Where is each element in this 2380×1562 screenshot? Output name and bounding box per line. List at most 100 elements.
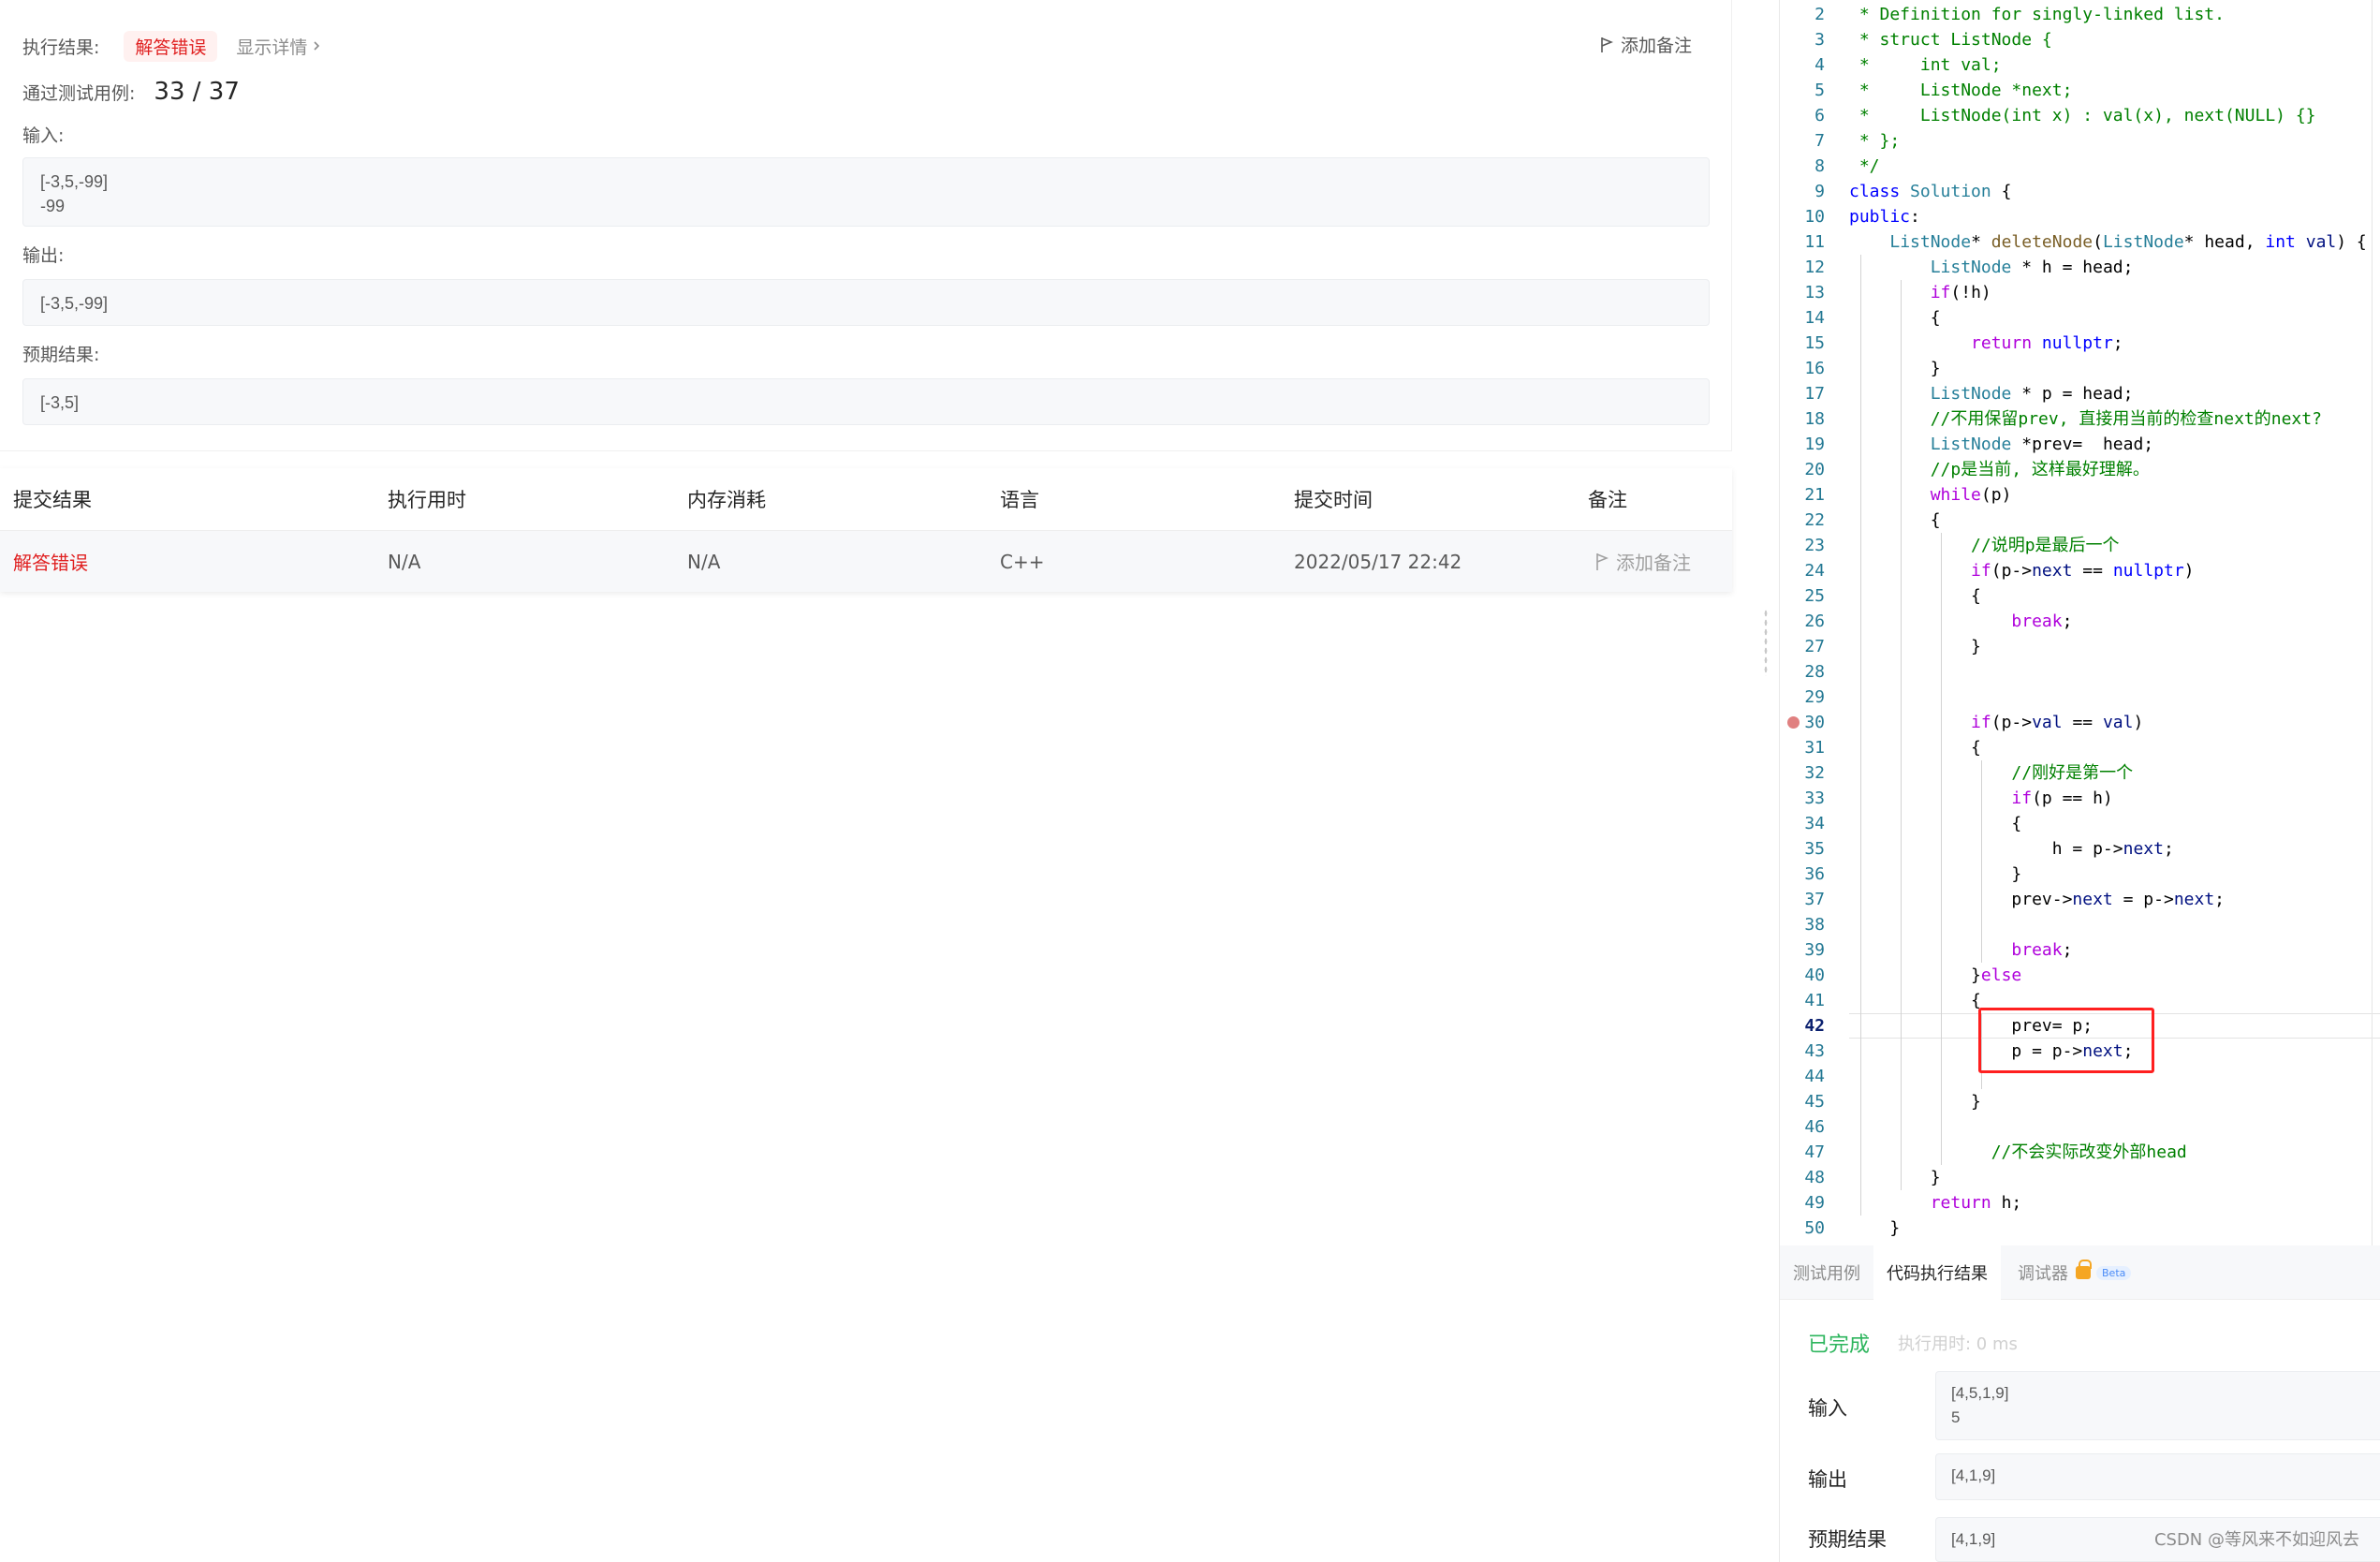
line-number: 16 (1804, 359, 1825, 378)
code-line[interactable]: 18 //不用保留prev, 直接用当前的检查next的next? (1780, 406, 2380, 432)
line-number: 46 (1804, 1117, 1825, 1137)
code-line[interactable]: 6 * ListNode(int x) : val(x), next(NULL)… (1780, 103, 2380, 128)
console-expected-label: 预期结果 (1808, 1528, 1887, 1551)
code-text: { (1849, 814, 2022, 833)
code-line[interactable]: 4 * int val; (1780, 52, 2380, 78)
code-line[interactable]: 38 (1780, 912, 2380, 937)
code-text: prev->next = p->next; (1849, 890, 2226, 909)
code-line[interactable]: 15 return nullptr; (1780, 331, 2380, 356)
line-number: 48 (1804, 1168, 1825, 1187)
code-line[interactable]: 48 } (1780, 1165, 2380, 1190)
tab-run-result[interactable]: 代码执行结果 (1873, 1245, 2001, 1300)
code-text: return h; (1930, 1193, 2022, 1213)
header-time: 提交时间 (1294, 489, 1373, 511)
code-line[interactable]: 7 * }; (1780, 128, 2380, 154)
line-number: 22 (1804, 510, 1825, 530)
code-line[interactable]: 20 //p是当前, 这样最好理解。 (1780, 457, 2380, 482)
code-line[interactable]: 9 class Solution { (1780, 179, 2380, 204)
code-line[interactable]: 13 if(!h) (1780, 280, 2380, 305)
code-line[interactable]: 24 if(p->next == nullptr) (1780, 558, 2380, 583)
code-line[interactable]: 23 //说明p是最后一个 (1780, 533, 2380, 558)
indent-guide (1941, 533, 1942, 1165)
code-line[interactable]: 33 if(p == h) (1780, 786, 2380, 811)
code-line[interactable]: 14 { (1780, 305, 2380, 331)
tab-debugger[interactable]: 调试器 Beta (2018, 1245, 2132, 1300)
code-line[interactable]: 37 prev->next = p->next; (1780, 887, 2380, 912)
line-number: 15 (1804, 333, 1825, 353)
code-line[interactable]: 27 } (1780, 634, 2380, 659)
indent-guide (1981, 760, 1982, 963)
code-text: } (1849, 1168, 1941, 1187)
code-text: public: (1849, 207, 1920, 227)
line-number: 5 (1814, 81, 1825, 100)
code-line[interactable]: 28 (1780, 659, 2380, 685)
code-line[interactable]: 16 } (1780, 356, 2380, 381)
line-number: 41 (1804, 991, 1825, 1010)
row-language: C++ (1000, 550, 1045, 573)
code-line[interactable]: 12 ListNode * h = head; (1780, 255, 2380, 280)
code-text: } (1849, 864, 2022, 884)
code-line[interactable]: 49 return h; (1780, 1190, 2380, 1216)
line-number: 39 (1804, 940, 1825, 960)
show-details-label: 显示详情 (236, 37, 308, 58)
code-line[interactable]: 22 { (1780, 508, 2380, 533)
editor-scrollbar[interactable] (2372, 0, 2373, 1245)
line-number: 25 (1804, 586, 1825, 606)
code-line[interactable]: 34 { (1780, 811, 2380, 836)
add-note-button[interactable]: 添加备注 (1600, 32, 1692, 57)
code-text: //不用保留prev, 直接用当前的检查next的next? (1849, 409, 2322, 429)
code-line[interactable]: 31 { (1780, 735, 2380, 760)
code-text: }else (1849, 965, 2022, 985)
code-line[interactable]: 10 public: (1780, 204, 2380, 229)
code-line[interactable]: 40 }else (1780, 963, 2380, 988)
code-line[interactable]: 26 break; (1780, 609, 2380, 634)
code-line[interactable]: 3 * struct ListNode { (1780, 27, 2380, 52)
pane-resize-handle[interactable] (1764, 609, 1768, 676)
code-line[interactable]: 35 h = p->next; (1780, 836, 2380, 862)
code-line[interactable]: 29 (1780, 685, 2380, 710)
line-number: 7 (1814, 131, 1825, 151)
expected-label: 预期结果: (22, 345, 100, 365)
code-line[interactable]: 21 while(p) (1780, 482, 2380, 508)
code-editor[interactable]: 2 * Definition for singly-linked list. 3 … (1780, 0, 2380, 1245)
line-number: 24 (1804, 561, 1825, 581)
code-line[interactable]: 11 ListNode* deleteNode(ListNode* head, … (1780, 229, 2380, 255)
table-row[interactable]: 解答错误 N/A N/A C++ 2022/05/17 22:42 添加备注 (0, 530, 1732, 592)
table-header: 提交结果 执行用时 内存消耗 语言 提交时间 备注 (0, 468, 1732, 530)
line-number: 34 (1804, 814, 1825, 833)
code-line[interactable]: 50 } (1780, 1216, 2380, 1241)
line-number: 8 (1814, 156, 1825, 176)
tab-test-cases[interactable]: 测试用例 (1793, 1245, 1860, 1300)
lock-icon (2076, 1260, 2092, 1279)
show-details-link[interactable]: 显示详情 (236, 34, 320, 59)
line-number: 20 (1804, 460, 1825, 479)
line-number: 42 (1804, 1016, 1825, 1036)
code-line[interactable]: 45 } (1780, 1089, 2380, 1114)
row-result-link[interactable]: 解答错误 (13, 548, 88, 575)
line-number: 37 (1804, 890, 1825, 909)
code-line[interactable]: 2 * Definition for singly-linked list. (1780, 2, 2380, 27)
code-line[interactable]: 47 //不会实际改变外部head (1780, 1140, 2380, 1165)
run-status-row: 已完成 执行用时: 0 ms (1808, 1328, 2018, 1358)
code-text: * struct ListNode { (1849, 30, 2052, 50)
code-line[interactable]: 46 (1780, 1114, 2380, 1140)
row-add-note-button[interactable]: 添加备注 (1595, 548, 1691, 575)
code-text: //刚好是第一个 (1849, 763, 2134, 783)
code-line[interactable]: 25 { (1780, 583, 2380, 609)
line-number: 33 (1804, 788, 1825, 808)
code-line[interactable]: 39 break; (1780, 937, 2380, 963)
code-line[interactable]: 8 */ (1780, 154, 2380, 179)
code-line[interactable]: 30 if(p->val == val) (1780, 710, 2380, 735)
line-number: 43 (1804, 1041, 1825, 1061)
code-text: } (1849, 637, 1981, 656)
code-line[interactable]: 36 } (1780, 862, 2380, 887)
code-text: break; (2011, 612, 2073, 631)
code-line[interactable]: 19 ListNode *prev= head; (1780, 432, 2380, 457)
code-line[interactable]: 5 * ListNode *next; (1780, 78, 2380, 103)
line-number: 26 (1804, 612, 1825, 631)
code-line[interactable]: 17 ListNode * p = head; (1780, 381, 2380, 406)
code-text: * }; (1849, 131, 1901, 151)
code-text: while(p) (1930, 485, 2012, 505)
code-text: { (1849, 510, 1941, 530)
code-line[interactable]: 32 //刚好是第一个 (1780, 760, 2380, 786)
